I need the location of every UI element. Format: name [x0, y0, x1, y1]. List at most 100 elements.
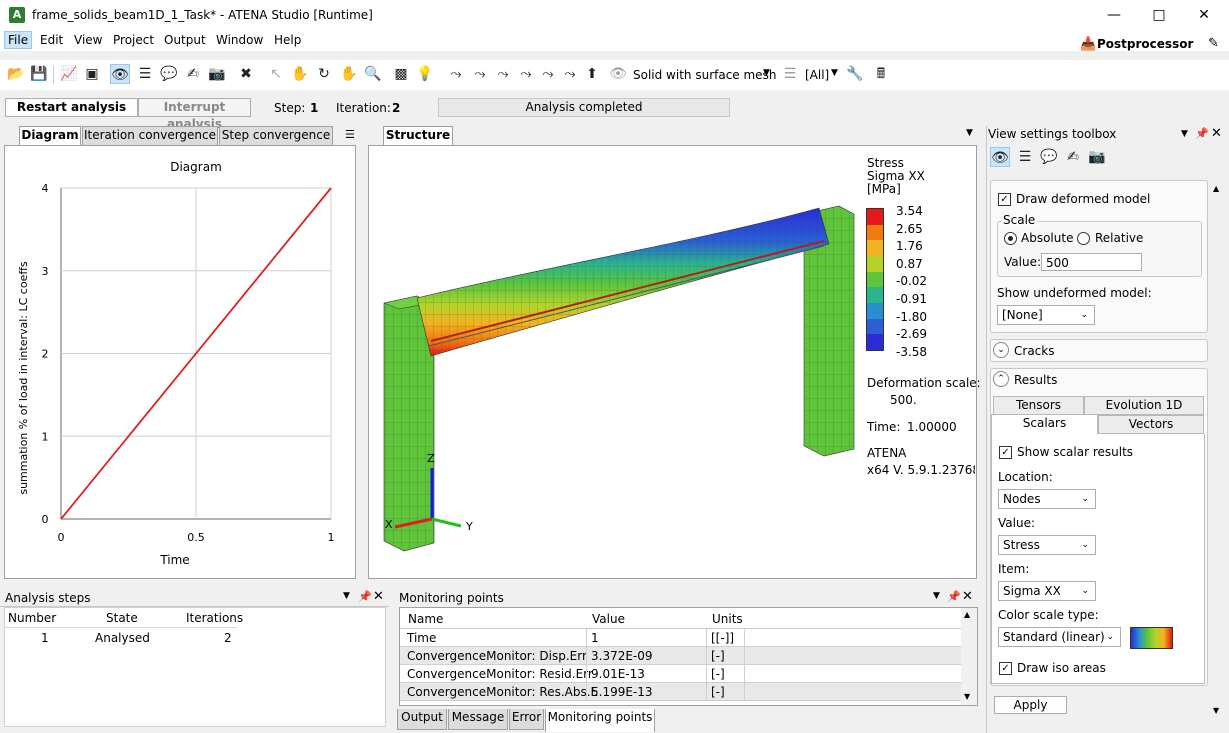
col-value[interactable]: Value	[592, 612, 625, 626]
view-xy-icon[interactable]: ⤳	[560, 64, 580, 84]
save-icon[interactable]: 💾	[29, 64, 49, 84]
expand-icon[interactable]: ⌄	[993, 342, 1009, 358]
table-row[interactable]: ConvergenceMonitor: Resid.Err 9.01E-13 [-]	[400, 665, 961, 683]
tab-message[interactable]: Message	[448, 709, 508, 730]
view-xz-icon[interactable]: ⤳	[470, 64, 490, 84]
bulb-icon[interactable]: 💡	[415, 64, 435, 84]
item-select[interactable]: Sigma XX ⌄	[998, 581, 1096, 601]
select-arrow-icon[interactable]: ↖	[266, 64, 286, 84]
location-select[interactable]: Nodes ⌄	[998, 489, 1096, 509]
col-state[interactable]: State	[106, 611, 138, 625]
structure-view[interactable]: Z Y X	[369, 146, 977, 579]
tab-evolution-1d[interactable]: Evolution 1D	[1084, 396, 1204, 415]
panel-scrollbar[interactable]: ▲ ▼	[1212, 184, 1224, 719]
collapse-icon[interactable]: ⌃	[993, 371, 1009, 387]
eye-icon[interactable]: 👁	[990, 147, 1010, 167]
scroll-down-icon[interactable]: ▼	[1213, 706, 1219, 715]
edit-mode-icon[interactable]: ✎	[1208, 36, 1219, 51]
draw-deformed-checkbox[interactable]: ✓	[998, 193, 1011, 206]
tab-step-convergence[interactable]: Step convergence	[219, 126, 333, 145]
render-mode-dropdown[interactable]: Solid with surface mesh	[633, 68, 776, 82]
hand-icon[interactable]: ✋	[339, 64, 359, 84]
close-icon[interactable]: ✕	[373, 589, 384, 604]
close-icon[interactable]: ✕	[1211, 126, 1222, 141]
close-button[interactable]: ✕	[1184, 4, 1224, 26]
rotate-icon[interactable]: ↻	[314, 64, 334, 84]
absolute-radio[interactable]	[1004, 232, 1017, 245]
zoom-icon[interactable]: 🔍	[363, 64, 383, 84]
open-folder-icon[interactable]: 📂	[6, 64, 26, 84]
close-icon[interactable]: ✕	[962, 589, 973, 604]
color-scale-preview[interactable]	[1130, 627, 1173, 649]
axes-icon[interactable]: ⬆	[582, 64, 602, 84]
menu-window[interactable]: Window	[213, 32, 266, 48]
table-row[interactable]: Time 1 [[-]]	[400, 629, 961, 647]
menu-help[interactable]: Help	[271, 32, 304, 48]
table-row[interactable]: ConvergenceMonitor: Disp.Err 3.372E-09 [-]	[400, 647, 961, 665]
relative-radio[interactable]	[1077, 232, 1090, 245]
scroll-up-icon[interactable]: ▲	[964, 610, 970, 619]
scale-value-input[interactable]: 500	[1041, 253, 1142, 271]
menu-output[interactable]: Output	[161, 32, 209, 48]
view-window-icon[interactable]: ▩	[391, 64, 411, 84]
layers-dropdown[interactable]: [All]	[805, 68, 829, 82]
chevron-down-icon[interactable]: ▼	[933, 591, 940, 601]
tab-output[interactable]: Output	[397, 709, 447, 730]
minimize-button[interactable]: —	[1094, 4, 1134, 26]
col-number[interactable]: Number	[8, 611, 56, 625]
monitoring-scrollbar[interactable]: ▲ ▼	[961, 608, 977, 705]
tab-diagram[interactable]: Diagram	[19, 126, 81, 145]
tab-structure[interactable]: Structure	[383, 126, 453, 145]
tab-iteration-convergence[interactable]: Iteration convergence	[82, 126, 218, 145]
graph-icon[interactable]: 📈	[59, 64, 79, 84]
view-zx-icon[interactable]: ⤳	[516, 64, 536, 84]
restart-analysis-button[interactable]: Restart analysis	[5, 98, 138, 117]
scroll-down-icon[interactable]: ▼	[964, 692, 970, 701]
edit-icon[interactable]: ✍	[1063, 147, 1083, 167]
chevron-down-icon[interactable]: ▼	[763, 68, 770, 78]
tab-scalars[interactable]: Scalars	[991, 414, 1098, 435]
show-scalar-checkbox[interactable]: ✓	[999, 446, 1012, 459]
maximize-button[interactable]: □	[1139, 4, 1179, 26]
camera-icon[interactable]: 📷	[207, 64, 227, 84]
eye-icon[interactable]: 👁	[110, 64, 130, 84]
chevron-down-icon[interactable]: ▼	[966, 128, 973, 138]
view-zy-icon[interactable]: ⤳	[538, 64, 558, 84]
view-xyz-icon[interactable]: ⤳	[446, 64, 466, 84]
pan-icon[interactable]: ✋	[290, 64, 310, 84]
comment-icon[interactable]: 💬	[159, 64, 179, 84]
comment-icon[interactable]: 💬	[1039, 147, 1059, 167]
apply-button[interactable]: Apply	[994, 696, 1067, 714]
view-yz-icon[interactable]: ⤳	[493, 64, 513, 84]
tools-icon[interactable]: ✖	[236, 64, 256, 84]
color-scale-select[interactable]: Standard (linear) ⌄	[998, 627, 1121, 647]
tab-monitoring-points[interactable]: Monitoring points	[545, 709, 655, 732]
menu-edit[interactable]: Edit	[37, 32, 66, 48]
scroll-up-icon[interactable]: ▲	[1213, 184, 1219, 193]
table-row[interactable]: ConvergenceMonitor: Res.Abs.E 5.199E-13 [-…	[400, 683, 961, 701]
col-iterations[interactable]: Iterations	[186, 611, 243, 625]
pin-icon[interactable]: 📌	[358, 590, 372, 603]
menu-view[interactable]: View	[71, 32, 105, 48]
pin-icon[interactable]: 📌	[947, 590, 961, 603]
tab-error[interactable]: Error	[509, 709, 544, 730]
chevron-down-icon[interactable]: ▼	[831, 68, 838, 78]
chevron-down-icon[interactable]: ▼	[1181, 129, 1188, 139]
col-name[interactable]: Name	[408, 612, 443, 626]
draw-iso-checkbox[interactable]: ✓	[999, 662, 1012, 675]
camera-icon[interactable]: 📷	[1087, 147, 1107, 167]
menu-project[interactable]: Project	[110, 32, 157, 48]
tab-tensors[interactable]: Tensors	[993, 396, 1084, 415]
layers-icon[interactable]: ☰	[135, 64, 155, 84]
undeformed-select[interactable]: [None] ⌄	[997, 305, 1095, 325]
menu-file[interactable]: File	[4, 31, 33, 49]
pin-icon[interactable]: 📌	[1195, 127, 1209, 140]
col-units[interactable]: Units	[712, 612, 743, 626]
tab-vectors[interactable]: Vectors	[1098, 415, 1204, 434]
wrench-icon[interactable]: 🔧	[845, 64, 865, 84]
calculator-icon[interactable]: 🖩	[871, 64, 891, 84]
model-cube-icon[interactable]: ▣	[82, 64, 102, 84]
value-select[interactable]: Stress ⌄	[998, 535, 1096, 555]
layers-icon[interactable]: ☰	[1015, 147, 1035, 167]
chevron-down-icon[interactable]: ▼	[343, 591, 350, 601]
